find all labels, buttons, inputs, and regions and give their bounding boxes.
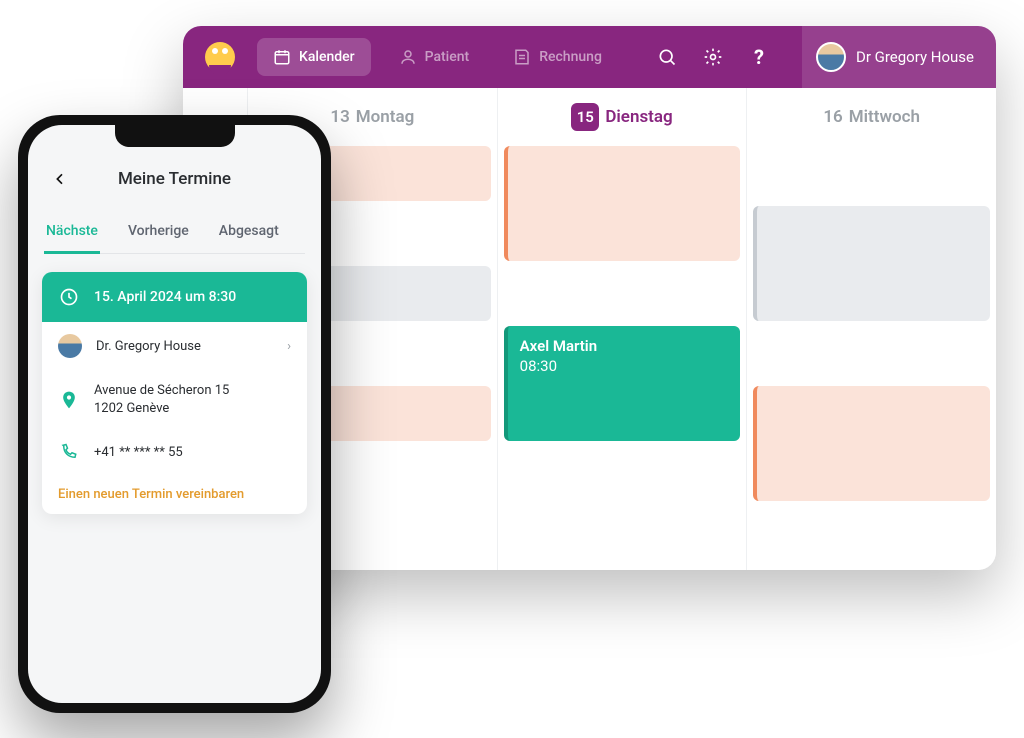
appointment-datetime: 15. April 2024 um 8:30 bbox=[94, 289, 236, 305]
day-column-wednesday[interactable]: 16 Mittwoch bbox=[746, 88, 996, 570]
gear-icon bbox=[703, 47, 723, 67]
settings-button[interactable] bbox=[696, 40, 730, 74]
day-name: Montag bbox=[356, 107, 415, 127]
nav-invoice[interactable]: Rechnung bbox=[497, 38, 618, 76]
phone-number: +41 ** *** ** 55 bbox=[94, 445, 183, 460]
event-title: Axel Martin bbox=[520, 336, 729, 356]
location-pin-icon bbox=[58, 389, 80, 411]
chevron-left-icon bbox=[52, 171, 68, 187]
tab-previous[interactable]: Vorherige bbox=[126, 213, 191, 253]
help-icon: ? bbox=[754, 45, 764, 69]
event-time: 08:30 bbox=[520, 356, 729, 376]
busy-block[interactable] bbox=[504, 146, 741, 261]
avatar bbox=[816, 42, 846, 72]
nav-patient-label: Patient bbox=[425, 49, 470, 65]
busy-block[interactable] bbox=[753, 386, 990, 501]
app-logo bbox=[205, 42, 235, 72]
busy-block[interactable] bbox=[753, 206, 990, 321]
tabs: Nächste Vorherige Abgesagt bbox=[44, 213, 305, 254]
doctor-row[interactable]: Dr. Gregory House › bbox=[42, 322, 307, 370]
doctor-name: Dr. Gregory House bbox=[96, 339, 201, 354]
day-column-tuesday[interactable]: 15 Dienstag Axel Martin 08:30 bbox=[497, 88, 747, 570]
chevron-right-icon: › bbox=[287, 339, 291, 354]
new-appointment-link[interactable]: Einen neuen Termin vereinbaren bbox=[42, 475, 307, 514]
day-name: Dienstag bbox=[605, 107, 672, 127]
calendar-icon bbox=[273, 48, 291, 66]
appointment-datetime-row: 15. April 2024 um 8:30 bbox=[42, 272, 307, 322]
patient-icon bbox=[399, 48, 417, 66]
day-number: 13 bbox=[330, 107, 349, 127]
user-menu[interactable]: Dr Gregory House bbox=[802, 26, 996, 88]
phone-notch bbox=[115, 125, 235, 147]
calendar-event[interactable]: Axel Martin 08:30 bbox=[504, 326, 741, 441]
nav-calendar-label: Kalender bbox=[299, 49, 355, 65]
user-name: Dr Gregory House bbox=[856, 48, 974, 66]
help-button[interactable]: ? bbox=[742, 40, 776, 74]
address-text: Avenue de Sécheron 15 1202 Genève bbox=[94, 382, 229, 417]
mobile-header: Meine Termine bbox=[42, 159, 307, 199]
invoice-icon bbox=[513, 48, 531, 66]
tab-next[interactable]: Nächste bbox=[44, 213, 100, 254]
clock-icon bbox=[58, 286, 80, 308]
search-icon bbox=[657, 47, 677, 67]
nav-calendar[interactable]: Kalender bbox=[257, 38, 371, 76]
mobile-screen: Meine Termine Nächste Vorherige Abgesagt… bbox=[28, 125, 321, 703]
back-button[interactable] bbox=[46, 165, 74, 193]
topbar: Kalender Patient Rechnung ? bbox=[183, 26, 996, 88]
new-appointment-label: Einen neuen Termin vereinbaren bbox=[58, 487, 244, 502]
day-number: 16 bbox=[823, 107, 842, 127]
day-header: 15 Dienstag bbox=[498, 88, 747, 146]
phone-row[interactable]: +41 ** *** ** 55 bbox=[42, 429, 307, 475]
appointment-card: 15. April 2024 um 8:30 Dr. Gregory House… bbox=[42, 272, 307, 514]
address-row: Avenue de Sécheron 15 1202 Genève bbox=[42, 370, 307, 429]
tab-canceled[interactable]: Abgesagt bbox=[217, 213, 281, 253]
phone-mockup: Meine Termine Nächste Vorherige Abgesagt… bbox=[18, 115, 331, 713]
day-name: Mittwoch bbox=[849, 107, 920, 127]
nav-patient[interactable]: Patient bbox=[383, 38, 486, 76]
nav-invoice-label: Rechnung bbox=[539, 49, 602, 65]
mobile-title: Meine Termine bbox=[118, 169, 231, 189]
search-button[interactable] bbox=[650, 40, 684, 74]
phone-icon bbox=[58, 441, 80, 463]
doctor-avatar bbox=[58, 334, 82, 358]
day-number-badge: 15 bbox=[571, 103, 599, 131]
day-header: 16 Mittwoch bbox=[747, 88, 996, 146]
